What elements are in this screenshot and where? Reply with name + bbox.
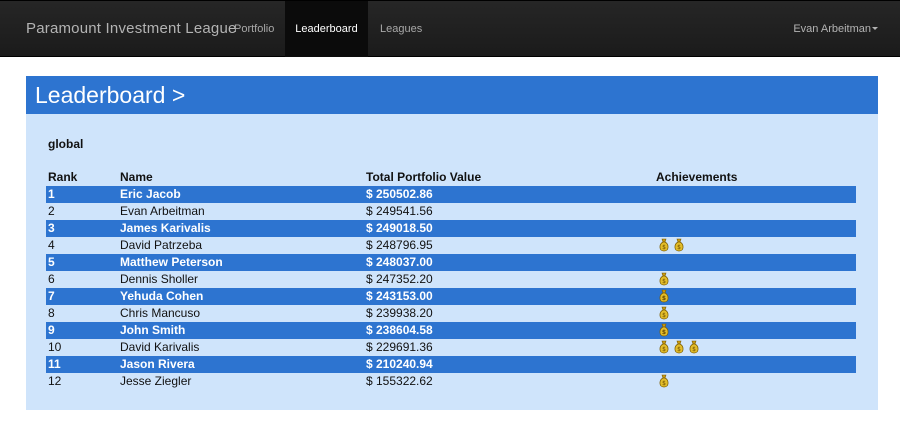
name-cell: John Smith [120,323,186,337]
portfolio-value-cell: $ 249018.50 [366,221,433,235]
money-bag-icon: $ [673,238,685,252]
rank-cell: 9 [48,323,55,337]
achievements-cell: $ $ $ [658,340,703,355]
money-bag-icon: $ [658,323,670,337]
money-bag-icon: $ [658,374,670,388]
table-row: 8 Chris Mancuso $ 239938.20 $ [46,305,856,322]
money-bag-icon: $ [658,272,670,286]
svg-text:$: $ [662,329,666,336]
name-cell: Jesse Ziegler [120,374,192,388]
user-menu[interactable]: Evan Arbeitman [793,1,878,57]
nav-leaderboard[interactable]: Leaderboard [285,1,368,57]
table-row: 9 John Smith $ 238604.58 $ [46,322,856,339]
money-bag-icon: $ [688,340,700,354]
name-cell: James Karivalis [120,221,211,235]
portfolio-value-cell: $ 238604.58 [366,323,433,337]
svg-text:$: $ [662,346,666,353]
rank-cell: 5 [48,255,55,269]
achievements-cell: $ [658,289,673,304]
table-row: 7 Yehuda Cohen $ 243153.00 $ [46,288,856,305]
rank-cell: 10 [48,340,62,354]
table-row: 2 Evan Arbeitman $ 249541.56 [46,203,856,220]
leaderboard-panel: Leaderboard > global Rank Name Total Por… [26,76,878,410]
name-cell: Matthew Peterson [120,255,223,269]
rank-cell: 2 [48,204,55,218]
svg-text:$: $ [662,380,666,387]
table-row: 3 James Karivalis $ 249018.50 [46,220,856,237]
svg-text:$: $ [677,244,681,251]
rank-cell: 4 [48,238,55,252]
achievements-cell: $ [658,374,673,389]
rank-cell: 8 [48,306,55,320]
money-bag-icon: $ [658,289,670,303]
top-navbar: Paramount Investment League Portfolio Le… [0,0,900,57]
achievements-cell: $ [658,272,673,287]
table-row: 10 David Karivalis $ 229691.36 $ $ $ [46,339,856,356]
money-bag-icon: $ [658,340,670,354]
rank-cell: 3 [48,221,55,235]
name-cell: Chris Mancuso [120,306,201,320]
table-row: 11 Jason Rivera $ 210240.94 [46,356,856,373]
column-header-value: Total Portfolio Value [366,170,482,184]
league-scope-label: global [48,137,84,151]
svg-text:$: $ [692,346,696,353]
name-cell: David Karivalis [120,340,200,354]
column-header-achievements: Achievements [656,170,738,184]
column-header-name: Name [120,170,153,184]
portfolio-value-cell: $ 250502.86 [366,187,433,201]
portfolio-value-cell: $ 155322.62 [366,374,433,388]
rank-cell: 12 [48,374,62,388]
user-name: Evan Arbeitman [793,23,871,35]
nav-leagues[interactable]: Leagues [380,1,422,57]
portfolio-value-cell: $ 248796.95 [366,238,433,252]
svg-text:$: $ [677,346,681,353]
svg-text:$: $ [662,312,666,319]
name-cell: Yehuda Cohen [120,289,204,303]
portfolio-value-cell: $ 243153.00 [366,289,433,303]
portfolio-value-cell: $ 229691.36 [366,340,433,354]
table-row: 1 Eric Jacob $ 250502.86 [46,186,856,203]
brand-link[interactable]: Paramount Investment League [26,20,237,37]
rank-cell: 6 [48,272,55,286]
name-cell: Jason Rivera [120,357,195,371]
svg-text:$: $ [662,244,666,251]
table-row: 12 Jesse Ziegler $ 155322.62 $ [46,373,856,390]
svg-text:$: $ [662,295,666,302]
name-cell: Evan Arbeitman [120,204,205,218]
table-row: 5 Matthew Peterson $ 248037.00 [46,254,856,271]
portfolio-value-cell: $ 248037.00 [366,255,433,269]
achievements-cell: $ $ [658,238,688,253]
table-row: 4 David Patrzeba $ 248796.95 $ $ [46,237,856,254]
portfolio-value-cell: $ 247352.20 [366,272,433,286]
column-header-rank: Rank [48,170,78,184]
portfolio-value-cell: $ 210240.94 [366,357,433,371]
page-title: Leaderboard > [35,82,186,108]
portfolio-value-cell: $ 249541.56 [366,204,433,218]
rank-cell: 11 [48,357,61,371]
money-bag-icon: $ [658,306,670,320]
money-bag-icon: $ [673,340,685,354]
money-bag-icon: $ [658,238,670,252]
achievements-cell: $ [658,323,673,338]
name-cell: Eric Jacob [120,187,181,201]
rank-cell: 7 [48,289,55,303]
table-row: 6 Dennis Sholler $ 247352.20 $ [46,271,856,288]
portfolio-value-cell: $ 239938.20 [366,306,433,320]
caret-down-icon [872,26,878,30]
nav-portfolio[interactable]: Portfolio [234,1,274,57]
svg-text:$: $ [662,278,666,285]
name-cell: Dennis Sholler [120,272,199,286]
panel-header: Leaderboard > [26,76,878,114]
achievements-cell: $ [658,306,673,321]
name-cell: David Patrzeba [120,238,203,252]
rank-cell: 1 [48,187,55,201]
